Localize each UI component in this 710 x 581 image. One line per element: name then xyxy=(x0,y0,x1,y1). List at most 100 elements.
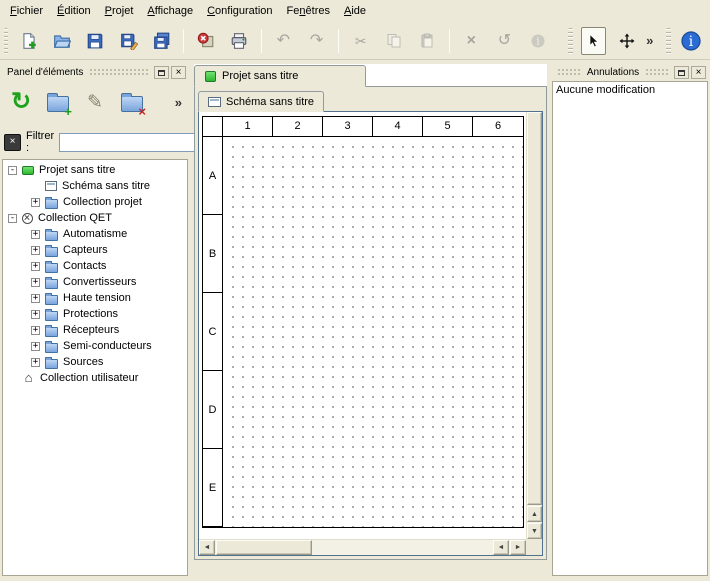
tree-item-schema[interactable]: Schéma sans titre xyxy=(3,178,187,194)
scroll-right-button[interactable]: ► xyxy=(510,540,526,555)
clear-filter-button[interactable]: × xyxy=(4,134,21,151)
expander-icon[interactable]: + xyxy=(31,230,40,239)
project-icon xyxy=(205,71,216,82)
dock-close-button[interactable]: × xyxy=(171,66,186,79)
info-button[interactable]: i xyxy=(525,27,550,55)
scroll-left-button[interactable]: ◄ xyxy=(199,540,215,555)
tree-item-collection-projet[interactable]: + Collection projet xyxy=(3,194,187,210)
undo-history-list[interactable]: Aucune modification xyxy=(552,81,708,576)
expander-icon[interactable]: + xyxy=(31,246,40,255)
expander-icon[interactable]: + xyxy=(31,278,40,287)
delete-element-button[interactable]: × xyxy=(115,85,149,119)
expander-icon[interactable]: + xyxy=(31,294,40,303)
close-file-button[interactable] xyxy=(193,27,218,55)
print-button[interactable] xyxy=(227,27,252,55)
diagram-grid[interactable] xyxy=(224,138,523,527)
menu-label: ichier xyxy=(17,5,43,17)
tree-item-collection-qet[interactable]: - Collection QET xyxy=(3,210,187,226)
tree-item-capteurs[interactable]: + Capteurs xyxy=(3,242,187,258)
diagram-view[interactable]: 1 2 3 4 5 6 A B C D E xyxy=(198,111,543,556)
dock-grip[interactable] xyxy=(89,68,149,77)
menu-fenetres[interactable]: Fenêtres xyxy=(280,1,337,21)
toolbar-handle[interactable] xyxy=(4,28,8,54)
scroll-up-button[interactable]: ▲ xyxy=(527,506,542,522)
schema-tab[interactable]: Schéma sans titre xyxy=(198,91,324,112)
info-icon: i xyxy=(530,33,546,49)
edit-element-button[interactable]: ✎ xyxy=(78,85,112,119)
menubar: Fichier Édition Projet Affichage Configu… xyxy=(0,0,710,22)
tree-item-sources[interactable]: + Sources xyxy=(3,354,187,370)
undo-empty-item[interactable]: Aucune modification xyxy=(556,84,704,96)
undo-button[interactable]: ↶ xyxy=(271,27,296,55)
project-tabbar: Projet sans titre xyxy=(194,64,547,86)
menu-edition[interactable]: Édition xyxy=(50,1,98,21)
save-as-button[interactable] xyxy=(116,27,141,55)
tree-item-haute-tension[interactable]: + Haute tension xyxy=(3,290,187,306)
expander-icon[interactable]: + xyxy=(31,342,40,351)
expander-icon[interactable]: + xyxy=(31,326,40,335)
redo-button[interactable]: ↷ xyxy=(304,27,329,55)
vertical-scrollbar[interactable]: ▲ ▼ xyxy=(526,112,542,539)
tree-item-label: Protections xyxy=(63,308,118,320)
dock-close-button[interactable]: × xyxy=(691,66,706,79)
tree-item-protections[interactable]: + Protections xyxy=(3,306,187,322)
paste-button[interactable] xyxy=(415,27,440,55)
tree-item-label: Automatisme xyxy=(63,228,127,240)
float-button[interactable] xyxy=(154,66,169,79)
scrollbar-thumb[interactable] xyxy=(216,540,312,555)
panel-overflow-chevron[interactable]: » xyxy=(175,95,186,110)
menu-projet[interactable]: Projet xyxy=(98,1,141,21)
expander-icon[interactable]: - xyxy=(8,166,17,175)
menu-configuration[interactable]: Configuration xyxy=(200,1,279,21)
menu-fichier[interactable]: Fichier xyxy=(3,1,50,21)
tree-item-semi-conducteurs[interactable]: + Semi-conducteurs xyxy=(3,338,187,354)
expander-icon[interactable]: + xyxy=(31,358,40,367)
expander-icon[interactable]: + xyxy=(31,198,40,207)
diagram-sheet[interactable]: 1 2 3 4 5 6 A B C D E xyxy=(202,116,524,528)
new-file-button[interactable] xyxy=(16,27,41,55)
scroll-down-button[interactable]: ▼ xyxy=(527,523,542,539)
delete-button[interactable]: × xyxy=(459,27,484,55)
dock-grip[interactable] xyxy=(645,68,669,77)
open-button[interactable] xyxy=(50,27,75,55)
scrollbar-thumb[interactable] xyxy=(527,112,542,505)
tree-item-contacts[interactable]: + Contacts xyxy=(3,258,187,274)
tree-item-label: Sources xyxy=(63,356,103,368)
new-element-button[interactable]: + xyxy=(41,85,75,119)
folder-icon xyxy=(45,327,58,337)
float-button[interactable] xyxy=(674,66,689,79)
cut-button[interactable]: ✂ xyxy=(348,27,373,55)
move-tool-button[interactable] xyxy=(614,27,639,55)
expander-icon[interactable]: + xyxy=(31,310,40,319)
reload-collections-button[interactable]: ↻ xyxy=(4,85,38,119)
menu-label: dition xyxy=(64,5,90,17)
row-header: A B C D E xyxy=(203,137,223,527)
select-cursor-icon xyxy=(585,33,601,49)
toolbar-handle[interactable] xyxy=(568,28,572,54)
dock-grip[interactable] xyxy=(557,68,581,77)
tree-item-convertisseurs[interactable]: + Convertisseurs xyxy=(3,274,187,290)
about-button[interactable]: i xyxy=(679,27,704,55)
save-button[interactable] xyxy=(83,27,108,55)
select-tool-button[interactable] xyxy=(581,27,606,55)
toolbar-overflow-chevron[interactable]: » xyxy=(643,33,656,48)
menu-affichage[interactable]: Affichage xyxy=(140,1,200,21)
toolbar-handle[interactable] xyxy=(666,28,670,54)
menu-label: rojet xyxy=(112,5,133,17)
elements-panel-toolbar: ↻ + ✎ × » xyxy=(2,82,188,122)
tree-item-projet[interactable]: - Projet sans titre xyxy=(3,162,187,178)
expander-icon[interactable]: + xyxy=(31,262,40,271)
scroll-left-button[interactable]: ◄ xyxy=(493,540,509,555)
tree-item-automatisme[interactable]: + Automatisme xyxy=(3,226,187,242)
copy-button[interactable] xyxy=(381,27,406,55)
tree-item-recepteurs[interactable]: + Récepteurs xyxy=(3,322,187,338)
menu-aide[interactable]: Aide xyxy=(337,1,373,21)
rotate-button[interactable]: ↺ xyxy=(492,27,517,55)
project-tab[interactable]: Projet sans titre xyxy=(194,65,366,87)
tree-item-collection-utilisateur[interactable]: ⌂ Collection utilisateur xyxy=(3,370,187,386)
horizontal-scrollbar[interactable]: ◄ ◄ ► xyxy=(199,539,526,555)
elements-panel: Panel d'éléments × ↻ + ✎ × xyxy=(0,64,191,577)
expander-icon[interactable]: - xyxy=(8,214,17,223)
save-all-button[interactable] xyxy=(149,27,174,55)
filter-input[interactable] xyxy=(59,133,209,152)
